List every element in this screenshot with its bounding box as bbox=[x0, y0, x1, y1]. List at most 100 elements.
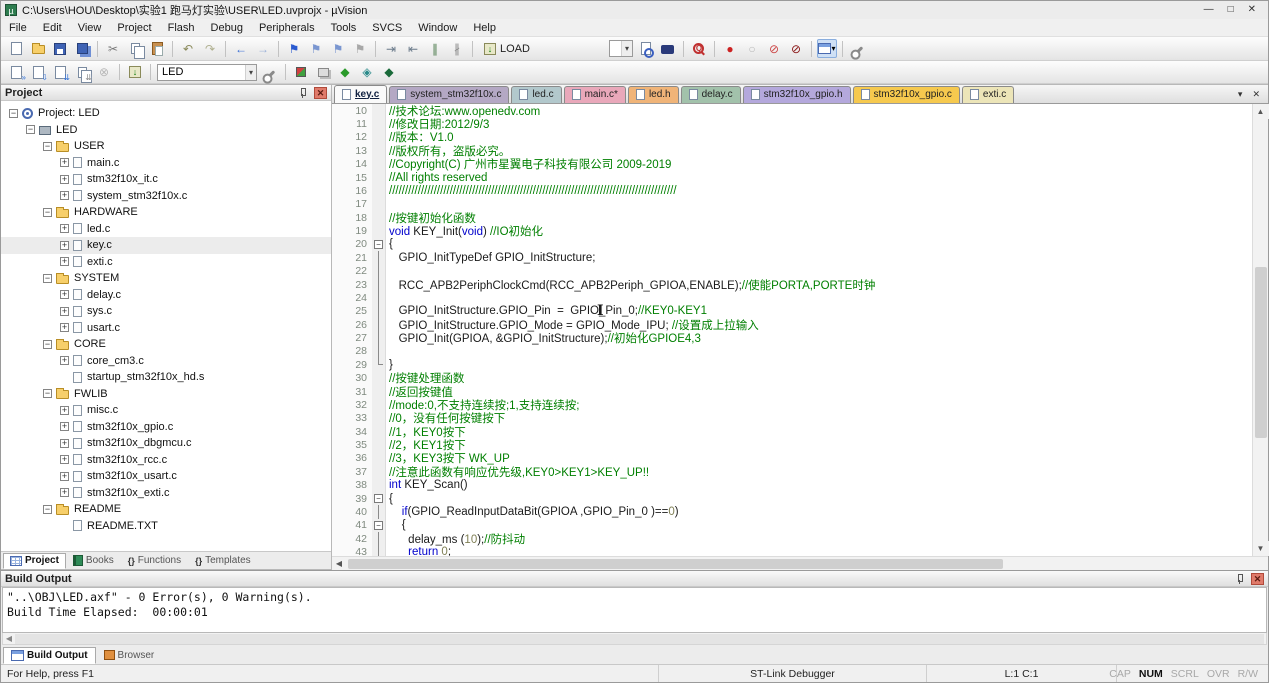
stop-build-icon[interactable]: ⊗ bbox=[94, 63, 114, 82]
bottom-tab-build-output[interactable]: Build Output bbox=[3, 647, 96, 664]
tree-item-startup-stm32f10x-hd-s[interactable]: startup_stm32f10x_hd.s bbox=[1, 369, 331, 386]
menu-help[interactable]: Help bbox=[465, 21, 504, 35]
vertical-scroll-thumb[interactable] bbox=[1255, 267, 1267, 439]
editor-tab-stm32f10x-gpio-h[interactable]: stm32f10x_gpio.h bbox=[743, 86, 851, 103]
fold-collapse-icon[interactable]: − bbox=[374, 494, 383, 503]
bottom-tab-browser[interactable]: Browser bbox=[96, 647, 163, 664]
navigate-back-icon[interactable]: ← bbox=[231, 39, 251, 58]
insert-bookmark-icon[interactable]: ⚑ bbox=[284, 39, 304, 58]
tree-item-stm32f10x-usart-c[interactable]: +stm32f10x_usart.c bbox=[1, 468, 331, 485]
target-options-icon[interactable] bbox=[260, 63, 280, 82]
menu-flash[interactable]: Flash bbox=[160, 21, 203, 35]
expand-icon[interactable]: + bbox=[60, 290, 69, 299]
expand-icon[interactable]: + bbox=[60, 241, 69, 250]
editor-tab-main-c-[interactable]: main.c* bbox=[564, 86, 626, 103]
menu-view[interactable]: View bbox=[70, 21, 110, 35]
fold-column[interactable]: − bbox=[372, 492, 386, 505]
tree-item-user[interactable]: −USER bbox=[1, 138, 331, 155]
expand-icon[interactable]: + bbox=[60, 455, 69, 464]
panel-tab-project[interactable]: Project bbox=[3, 553, 66, 569]
expand-icon[interactable]: + bbox=[60, 307, 69, 316]
expand-icon[interactable]: + bbox=[60, 175, 69, 184]
editor-tab-delay-c[interactable]: delay.c bbox=[681, 86, 741, 103]
load-button[interactable]: ↓LOAD bbox=[477, 41, 537, 57]
tree-item-key-c[interactable]: +key.c bbox=[1, 237, 331, 254]
build-output-content[interactable]: "..\OBJ\LED.axf" - 0 Error(s), 0 Warning… bbox=[2, 587, 1267, 633]
build-icon[interactable]: ⇩ bbox=[28, 63, 48, 82]
tree-item-system-stm32f10x-c[interactable]: +system_stm32f10x.c bbox=[1, 188, 331, 205]
clear-bookmarks-icon[interactable]: ⚑ bbox=[350, 39, 370, 58]
find-text-combo[interactable]: ▾ bbox=[609, 40, 633, 57]
expand-icon[interactable]: + bbox=[60, 488, 69, 497]
close-panel-button[interactable]: ✕ bbox=[1251, 573, 1264, 585]
indent-icon[interactable]: ⇥ bbox=[381, 39, 401, 58]
maximize-button[interactable]: □ bbox=[1228, 2, 1234, 18]
editor-tab-stm32f10x-gpio-c[interactable]: stm32f10x_gpio.c bbox=[853, 86, 960, 103]
expand-icon[interactable]: + bbox=[60, 406, 69, 415]
expand-icon[interactable]: + bbox=[60, 224, 69, 233]
rebuild-all-icon[interactable]: ⇊ bbox=[50, 63, 70, 82]
panel-tab-templates[interactable]: {}Templates bbox=[188, 553, 258, 569]
panel-tab-functions[interactable]: {}Functions bbox=[121, 553, 188, 569]
select-packs-icon[interactable]: ◈ bbox=[357, 63, 377, 82]
pin-icon[interactable] bbox=[1236, 574, 1243, 584]
outdent-icon[interactable]: ⇤ bbox=[403, 39, 423, 58]
undo-icon[interactable]: ↶ bbox=[178, 39, 198, 58]
collapse-icon[interactable]: − bbox=[43, 142, 52, 151]
fold-collapse-icon[interactable]: − bbox=[374, 240, 383, 249]
open-file-icon[interactable] bbox=[28, 39, 48, 58]
editor-tab-led-h[interactable]: led.h bbox=[628, 86, 679, 103]
next-bookmark-icon[interactable]: ⚑ bbox=[306, 39, 326, 58]
collapse-icon[interactable]: − bbox=[43, 274, 52, 283]
fold-column[interactable]: − bbox=[372, 238, 386, 251]
pack-installer-icon[interactable]: ◆ bbox=[379, 63, 399, 82]
multiple-projects-icon[interactable] bbox=[313, 63, 333, 82]
tree-item-stm32f10x-gpio-c[interactable]: +stm32f10x_gpio.c bbox=[1, 419, 331, 436]
cut-icon[interactable]: ✂ bbox=[103, 39, 123, 58]
tree-item-stm32f10x-it-c[interactable]: +stm32f10x_it.c bbox=[1, 171, 331, 188]
tree-item-readme[interactable]: −README bbox=[1, 501, 331, 518]
tree-item-main-c[interactable]: +main.c bbox=[1, 155, 331, 172]
scroll-up-icon[interactable]: ▲ bbox=[1253, 104, 1269, 119]
navigate-forward-icon[interactable]: → bbox=[253, 39, 273, 58]
flash-download-icon[interactable]: ↓ bbox=[125, 63, 145, 82]
manage-components-icon[interactable] bbox=[291, 63, 311, 82]
breakpoint-disabled-icon[interactable]: ○ bbox=[742, 39, 762, 58]
translate-icon[interactable]: » bbox=[6, 63, 26, 82]
expand-icon[interactable]: + bbox=[60, 356, 69, 365]
editor-horizontal-scrollbar[interactable]: ◀ bbox=[332, 556, 1268, 570]
pin-icon[interactable] bbox=[299, 88, 306, 98]
toggle-breakpoint-icon[interactable]: ● bbox=[720, 39, 740, 58]
scroll-down-icon[interactable]: ▼ bbox=[1253, 541, 1269, 556]
tree-item-stm32f10x-rcc-c[interactable]: +stm32f10x_rcc.c bbox=[1, 452, 331, 469]
collapse-icon[interactable]: − bbox=[9, 109, 18, 118]
build-output-scrollbar[interactable]: ◀ bbox=[2, 633, 1267, 645]
expand-icon[interactable]: + bbox=[60, 257, 69, 266]
tree-item-project-led[interactable]: −Project: LED bbox=[1, 105, 331, 122]
collapse-icon[interactable]: − bbox=[26, 125, 35, 134]
batch-build-icon[interactable]: ⇊ bbox=[72, 63, 92, 82]
find-in-files-icon[interactable] bbox=[636, 39, 656, 58]
find-icon[interactable] bbox=[658, 39, 678, 58]
target-select[interactable]: LED▾ bbox=[157, 64, 257, 81]
tree-item-core[interactable]: −CORE bbox=[1, 336, 331, 353]
close-button[interactable]: ✕ bbox=[1248, 2, 1256, 18]
paste-icon[interactable] bbox=[147, 39, 167, 58]
fold-collapse-icon[interactable]: − bbox=[374, 521, 383, 530]
tree-item-usart-c[interactable]: +usart.c bbox=[1, 320, 331, 337]
copy-icon[interactable] bbox=[125, 39, 145, 58]
menu-peripherals[interactable]: Peripherals bbox=[251, 21, 323, 35]
scroll-left-icon[interactable]: ◀ bbox=[332, 558, 346, 570]
menu-svcs[interactable]: SVCS bbox=[364, 21, 410, 35]
code-editor[interactable]: 10//技术论坛:www.openedv.com11//修改日期:2012/9/… bbox=[332, 104, 1252, 556]
editor-tab-exti-c[interactable]: exti.c bbox=[962, 86, 1014, 103]
configure-icon[interactable] bbox=[848, 39, 868, 58]
expand-icon[interactable]: + bbox=[60, 323, 69, 332]
tree-item-fwlib[interactable]: −FWLIB bbox=[1, 386, 331, 403]
expand-icon[interactable]: + bbox=[60, 158, 69, 167]
search-icon[interactable]: Q bbox=[689, 39, 709, 58]
uncomment-icon[interactable]: ∦ bbox=[447, 39, 467, 58]
save-icon[interactable] bbox=[50, 39, 70, 58]
panel-tab-books[interactable]: Books bbox=[66, 553, 121, 569]
tree-item-stm32f10x-exti-c[interactable]: +stm32f10x_exti.c bbox=[1, 485, 331, 502]
